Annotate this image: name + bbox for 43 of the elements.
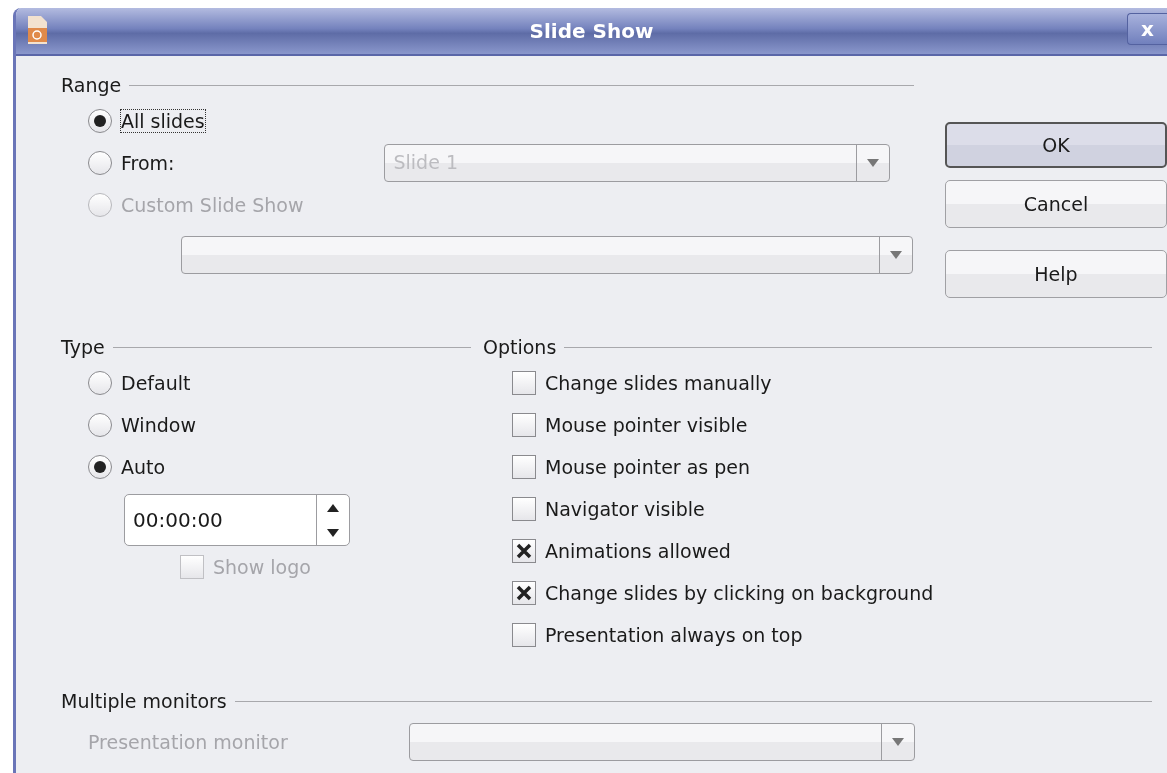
radio-button[interactable] — [88, 371, 112, 395]
section-label: Options — [483, 336, 557, 358]
checkbox-label[interactable]: Mouse pointer as pen — [545, 456, 751, 478]
checkbox-label[interactable]: Mouse pointer visible — [545, 414, 748, 436]
dialog-button[interactable]: Cancel — [945, 180, 1167, 228]
radio-label[interactable]: From: — [121, 152, 175, 174]
checkbox-label[interactable]: Animations allowed — [545, 540, 731, 562]
down-arrow-icon — [327, 528, 339, 537]
checkbox[interactable] — [512, 539, 536, 563]
radio-button[interactable] — [88, 109, 112, 133]
window-title: Slide Show — [529, 19, 654, 43]
section-label: Type — [61, 336, 105, 358]
dropdown[interactable] — [181, 236, 913, 274]
checkbox[interactable] — [512, 371, 536, 395]
up-arrow-icon — [327, 503, 339, 512]
checkbox[interactable] — [512, 413, 536, 437]
radio-label[interactable]: All slides — [121, 110, 205, 132]
radio-label[interactable]: Default — [121, 372, 191, 394]
checkbox[interactable] — [512, 497, 536, 521]
section-label: Range — [61, 74, 122, 96]
time-spin-field[interactable]: 00:00:00 — [124, 494, 350, 546]
checkbox-label[interactable]: Presentation always on top — [545, 624, 803, 646]
checkbox[interactable] — [512, 455, 536, 479]
radio-label[interactable]: Window — [121, 414, 196, 436]
dialog-button[interactable]: OK — [945, 122, 1167, 168]
checkbox-label[interactable]: Change slides by clicking on background — [545, 582, 934, 604]
checkbox-label[interactable]: Change slides manually — [545, 372, 772, 394]
section-label: Multiple monitors — [61, 690, 227, 712]
dropdown-arrow-icon — [867, 159, 880, 167]
dropdown[interactable] — [409, 723, 915, 761]
field-label: Presentation monitor — [88, 731, 289, 753]
radio-button[interactable] — [88, 151, 112, 175]
dialog-button[interactable]: Help — [945, 250, 1167, 298]
checkbox[interactable] — [512, 581, 536, 605]
radio-button[interactable] — [88, 455, 112, 479]
radio-button[interactable] — [88, 413, 112, 437]
app-icon — [26, 16, 48, 44]
dropdown-arrow-icon — [892, 738, 904, 746]
checkbox-label[interactable]: Navigator visible — [545, 498, 705, 520]
radio-label[interactable]: Auto — [121, 456, 166, 478]
dropdown-arrow-icon — [890, 251, 902, 259]
time-input[interactable]: 00:00:00 — [125, 495, 316, 545]
checkbox[interactable] — [512, 623, 536, 647]
